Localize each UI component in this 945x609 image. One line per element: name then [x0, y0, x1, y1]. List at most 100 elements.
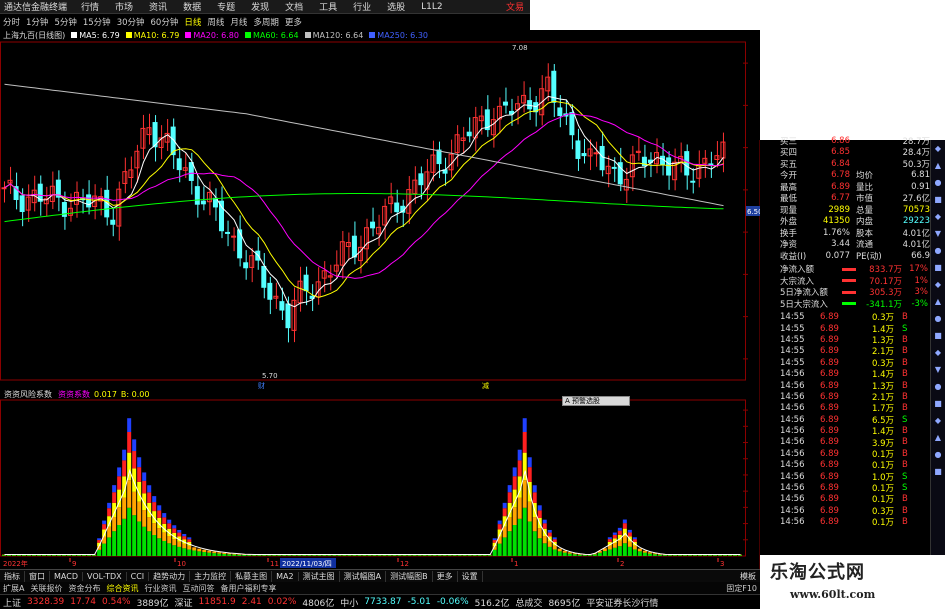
tick-row[interactable]: 14:56 6.89 6.5万 S	[780, 414, 930, 426]
tick-row[interactable]: 14:56 6.89 0.3万 B	[780, 505, 930, 517]
tick-row[interactable]: 14:56 6.89 3.9万 B	[780, 437, 930, 448]
indicator-bar-segment	[132, 468, 137, 492]
tab-6[interactable]: 主力监控	[190, 570, 232, 582]
tab-10[interactable]: 测试幅图A	[340, 570, 387, 582]
tick-price: 6.89	[820, 414, 839, 425]
sidebar-icon-11[interactable]: ●	[933, 313, 944, 324]
sidebar-icon-17[interactable]: ◆	[933, 415, 944, 426]
indicator-bar-segment	[547, 546, 552, 556]
sidebar-icon-4[interactable]: ■	[933, 194, 944, 205]
bottom-tab-4[interactable]: 行业资讯	[141, 583, 179, 594]
tab-11[interactable]: 测试幅图B	[386, 570, 433, 582]
indicator-bar-segment	[52, 555, 57, 556]
sidebar-icon-6[interactable]: ▼	[933, 228, 944, 239]
tick-price: 6.89	[820, 391, 839, 402]
sidebar-icon-15[interactable]: ●	[933, 381, 944, 392]
bottom-tab-3[interactable]: 综合资讯	[103, 583, 141, 594]
tick-price: 6.89	[820, 505, 839, 516]
bottom-tab-0[interactable]: 扩展A	[0, 583, 27, 594]
indicator-bar-segment	[232, 554, 237, 556]
sz-label: 深证	[174, 598, 193, 609]
tick-row[interactable]: 14:56 6.89 1.7万 B	[780, 403, 930, 414]
sidebar-icon-5[interactable]: ◆	[933, 211, 944, 222]
indicator-bar-segment	[517, 460, 522, 477]
tick-row[interactable]: 14:56 6.89 0.1万 B	[780, 460, 930, 471]
tab-12[interactable]: 更多	[433, 570, 458, 582]
tab-7[interactable]: 私募主图	[231, 570, 273, 582]
indicator-bar-segment	[257, 555, 262, 556]
sidebar-icon-1[interactable]: ◆	[933, 143, 944, 154]
indicator-bar-segment	[687, 555, 692, 556]
bottom-tab-5[interactable]: 互动问答	[179, 583, 217, 594]
tab-4[interactable]: CCI	[127, 571, 150, 581]
tick-row[interactable]: 14:56 6.89 1.3万 B	[780, 380, 930, 392]
sidebar-icon-13[interactable]: ◆	[933, 347, 944, 358]
sidebar-icon-14[interactable]: ▼	[933, 364, 944, 375]
zx-label: 中小	[340, 598, 359, 609]
tab-9[interactable]: 测试主图	[299, 570, 340, 582]
tab-13[interactable]: 设置	[458, 570, 483, 582]
tick-row[interactable]: 14:56 6.89 2.1万 B	[780, 391, 930, 403]
tick-row[interactable]: 14:56 6.89 1.4万 B	[780, 425, 930, 437]
tick-side: B	[902, 426, 908, 437]
candle-body	[303, 274, 309, 292]
tab-5[interactable]: 趋势动力	[149, 570, 191, 582]
tick-time: 14:55	[780, 346, 805, 357]
indicator-bar-segment	[37, 555, 42, 556]
quote-label2: 均价	[856, 171, 874, 182]
tick-row[interactable]: 14:55 6.89 0.3万 B	[780, 357, 930, 369]
sidebar-icon-7[interactable]: ●	[933, 245, 944, 256]
quote-value2: 4.01亿	[902, 228, 930, 239]
event-marker-finance[interactable]: 财	[258, 381, 265, 390]
candle-body	[86, 194, 92, 208]
tick-row[interactable]: 14:56 6.89 0.1万 S	[780, 482, 930, 494]
indicator-bar-segment	[307, 555, 312, 556]
bottom-tab-2[interactable]: 资金分布	[65, 583, 103, 594]
tick-list[interactable]: 14:55 6.89 0.3万 B 14:55 6.89 1.4万 S 14:55 6.89 1.3…	[780, 312, 930, 528]
indicator-bar-segment	[162, 513, 167, 518]
sidebar-icon-12[interactable]: ■	[933, 330, 944, 341]
event-marker-reduce[interactable]: 减	[482, 381, 489, 390]
bottom-tab-6[interactable]: 备用户福利专享	[217, 583, 279, 594]
tab-1[interactable]: 窗口	[25, 570, 50, 582]
sz-percent: 0.02%	[267, 597, 297, 607]
tick-row[interactable]: 14:56 6.89 0.1万 B	[780, 517, 930, 528]
bottom-tab-1[interactable]: 关联报价	[27, 583, 65, 594]
indicator-bar-segment	[152, 523, 157, 536]
indicator-bar-segment	[207, 550, 212, 553]
tab-8[interactable]: MA2	[272, 571, 299, 581]
quote-label: 买四	[780, 148, 798, 159]
sidebar-icon-2[interactable]: ▲	[933, 160, 944, 171]
tick-row[interactable]: 14:56 6.89 0.1万 B	[780, 494, 930, 505]
indicator-bar-segment	[587, 555, 592, 556]
tick-row[interactable]: 14:56 6.89 0.1万 B	[780, 448, 930, 460]
sidebar-icon-18[interactable]: ▲	[933, 432, 944, 443]
tick-row[interactable]: 14:55 6.89 0.3万 B	[780, 312, 930, 323]
tick-row[interactable]: 14:56 6.89 1.4万 B	[780, 368, 930, 380]
indicator-bar-segment	[102, 520, 107, 525]
candles	[1, 63, 726, 343]
tick-row[interactable]: 14:55 6.89 2.1万 B	[780, 346, 930, 357]
indicator-bar-segment	[522, 507, 527, 556]
tab-template[interactable]: 模板	[736, 571, 760, 582]
sidebar-icon-3[interactable]: ●	[933, 177, 944, 188]
indicator-bar-segment	[432, 555, 437, 556]
candle-body	[581, 153, 587, 157]
sidebar-icon-8[interactable]: ■	[933, 262, 944, 273]
tick-row[interactable]: 14:55 6.89 1.3万 B	[780, 334, 930, 346]
candle-body	[279, 301, 285, 311]
alert-popup[interactable]: A 预警选股	[562, 396, 630, 406]
bottom-fixed-f10[interactable]: 固定F10	[723, 583, 760, 594]
sidebar-icon-20[interactable]: ■	[933, 466, 944, 477]
sidebar-icon-19[interactable]: ●	[933, 449, 944, 460]
tick-row[interactable]: 14:55 6.89 1.4万 S	[780, 323, 930, 335]
sidebar-icon-9[interactable]: ◆	[933, 279, 944, 290]
tab-0[interactable]: 指标	[0, 570, 25, 582]
sidebar-icon-16[interactable]: ■	[933, 398, 944, 409]
sidebar-icon-10[interactable]: ▲	[933, 296, 944, 307]
tab-2[interactable]: MACD	[50, 571, 83, 581]
quote-value2: 66.9	[911, 250, 930, 261]
kline-chart[interactable]: 7.207.006.806.606.406.206.005.807.085.70…	[0, 0, 760, 569]
tick-row[interactable]: 14:56 6.89 1.0万 S	[780, 471, 930, 483]
tab-3[interactable]: VOL-TDX	[83, 571, 127, 581]
